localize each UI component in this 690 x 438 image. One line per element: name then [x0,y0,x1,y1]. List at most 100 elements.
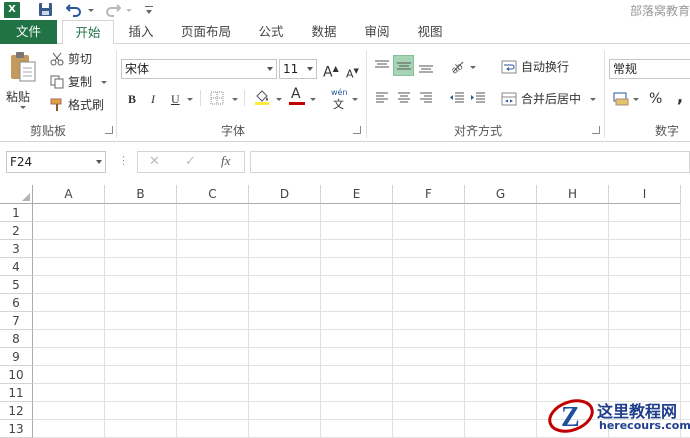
orientation-icon[interactable]: ab [449,58,465,74]
table-row[interactable] [33,204,690,222]
row-header[interactable]: 3 [0,240,33,258]
save-icon[interactable] [39,3,52,16]
table-row[interactable] [33,312,690,330]
row-header[interactable]: 4 [0,258,33,276]
increase-indent-icon[interactable] [470,92,486,104]
row-header[interactable]: 1 [0,204,33,222]
copy-button[interactable]: 复制 [68,72,92,92]
insert-function-icon[interactable]: fx [221,153,230,169]
italic-button[interactable]: I [151,89,155,109]
column-header[interactable]: D [249,185,321,204]
table-row[interactable] [33,348,690,366]
format-painter-icon [50,98,62,111]
row-header[interactable]: 7 [0,312,33,330]
align-middle-button[interactable] [393,55,414,76]
underline-dropdown-icon[interactable] [187,98,193,101]
customize-qat-icon[interactable] [145,4,153,16]
tab-page-layout[interactable]: 页面布局 [172,20,240,44]
table-row[interactable] [33,366,690,384]
row-header[interactable]: 5 [0,276,33,294]
font-color-dropdown-icon[interactable] [310,98,316,101]
font-dialog-launcher-icon[interactable] [353,126,361,134]
borders-icon[interactable] [210,91,224,105]
redo-icon[interactable] [105,2,121,17]
table-row[interactable] [33,330,690,348]
row-header[interactable]: 11 [0,384,33,402]
font-size-combo[interactable]: 11 [279,59,317,79]
column-header[interactable]: E [321,185,393,204]
formula-bar-splitter[interactable]: ⋮ [118,154,129,167]
accounting-format-icon[interactable] [613,90,629,106]
row-header[interactable]: 9 [0,348,33,366]
font-color-letter: A [291,86,301,102]
phonetic-dropdown-icon[interactable] [352,98,358,101]
shrink-font-button[interactable]: A▼ [346,61,359,81]
borders-dropdown-icon[interactable] [232,98,238,101]
table-row[interactable] [33,258,690,276]
align-bottom-icon[interactable] [418,60,434,74]
tab-file[interactable]: 文件 [0,20,57,44]
tab-insert[interactable]: 插入 [118,20,164,44]
align-right-icon[interactable] [419,92,433,104]
font-name-combo[interactable]: 宋体 [121,59,277,79]
wrap-text-button[interactable]: 自动换行 [521,57,569,77]
chevron-down-icon [267,67,273,71]
orientation-dropdown-icon[interactable] [470,66,476,69]
table-row[interactable] [33,294,690,312]
redo-dropdown-icon[interactable] [126,9,132,12]
underline-button[interactable]: U [171,89,180,109]
fill-color-dropdown-icon[interactable] [276,98,282,101]
format-painter-button[interactable]: 格式刷 [68,95,104,115]
clipboard-dialog-launcher-icon[interactable] [105,126,113,134]
formula-input[interactable] [250,151,690,173]
column-header[interactable]: A [33,185,105,204]
table-row[interactable] [33,240,690,258]
select-all-corner[interactable] [0,185,33,204]
confirm-entry-icon[interactable]: ✓ [185,154,196,169]
row-header[interactable]: 10 [0,366,33,384]
phonetic-button[interactable]: wén 文 [331,88,349,111]
row-header[interactable]: 2 [0,222,33,240]
column-header[interactable]: H [537,185,609,204]
column-header[interactable]: C [177,185,249,204]
tab-review[interactable]: 审阅 [356,20,398,44]
merge-center-dropdown-icon[interactable] [590,98,596,101]
align-left-icon[interactable] [375,92,389,104]
row-header[interactable]: 8 [0,330,33,348]
tab-view[interactable]: 视图 [409,20,451,44]
tab-home[interactable]: 开始 [62,20,114,45]
font-color-button[interactable]: A [288,86,306,106]
alignment-dialog-launcher-icon[interactable] [592,126,600,134]
undo-icon[interactable] [66,2,82,17]
decrease-indent-icon[interactable] [449,92,465,104]
cancel-entry-icon[interactable]: ✕ [149,154,160,169]
column-header[interactable]: B [105,185,177,204]
tab-formulas[interactable]: 公式 [250,20,292,44]
fill-color-icon[interactable] [253,88,271,106]
paste-button[interactable]: 粘贴 [6,50,40,110]
copy-dropdown-icon[interactable] [101,81,107,84]
row-header[interactable]: 6 [0,294,33,312]
merge-center-button[interactable]: 合并后居中 [521,89,581,109]
comma-style-button[interactable]: , [677,87,683,107]
divider [200,90,201,106]
name-box[interactable]: F24 [6,151,106,173]
tab-data[interactable]: 数据 [303,20,345,44]
grow-font-button[interactable]: A▲ [323,59,339,81]
column-header[interactable]: F [393,185,465,204]
align-center-icon[interactable] [397,92,411,104]
accounting-format-dropdown-icon[interactable] [633,98,639,101]
align-top-icon[interactable] [374,59,390,73]
font-color-swatch [289,102,305,105]
row-header[interactable]: 12 [0,402,33,420]
number-format-combo[interactable]: 常规 [609,59,690,79]
bold-button[interactable]: B [128,89,136,109]
column-header[interactable]: G [465,185,537,204]
row-header[interactable]: 13 [0,420,33,438]
undo-dropdown-icon[interactable] [88,9,94,12]
percent-style-button[interactable]: % [649,89,662,109]
column-header[interactable]: I [609,185,681,204]
table-row[interactable] [33,276,690,294]
table-row[interactable] [33,222,690,240]
cut-button[interactable]: 剪切 [68,49,92,69]
